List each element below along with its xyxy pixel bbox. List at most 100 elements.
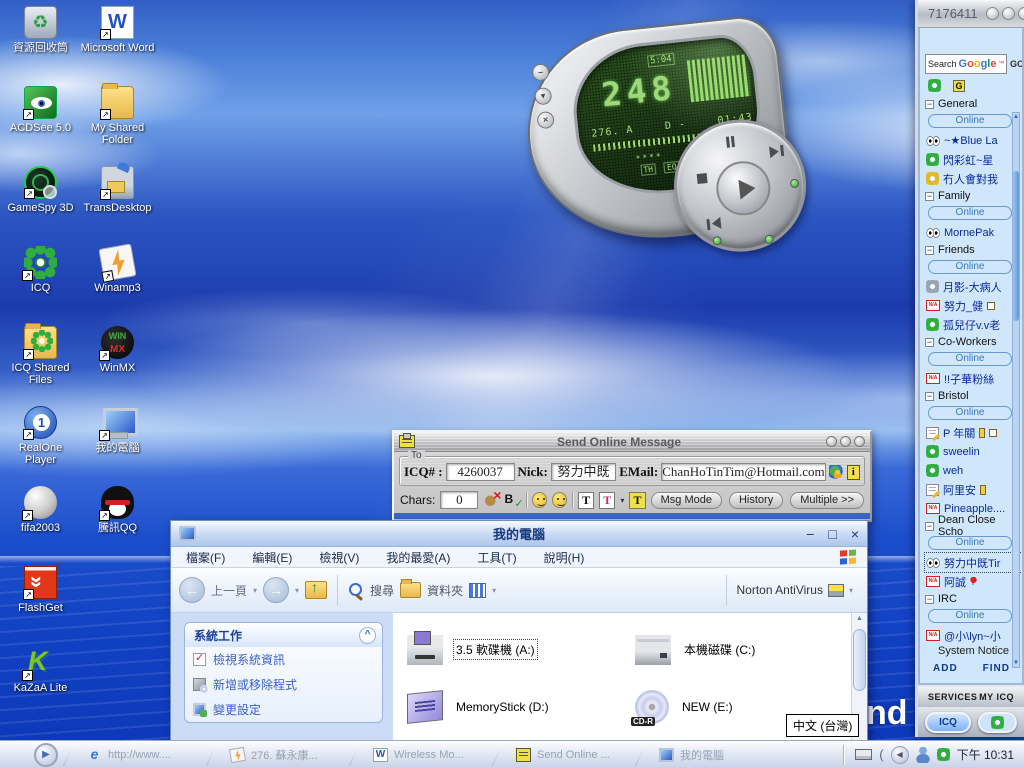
desktop-icon-realone[interactable]: ↗RealOne Player <box>3 406 79 486</box>
user-info-icon[interactable]: i <box>847 465 860 480</box>
desktop-icon-my-computer[interactable]: ↗我的電腦 <box>80 406 156 486</box>
add-button[interactable]: ADD <box>933 663 958 674</box>
menu-item[interactable]: 檔案(F) <box>186 549 225 566</box>
contact-row[interactable]: MornePak <box>925 223 1022 242</box>
views-dropdown-icon[interactable]: ▾ <box>492 586 496 595</box>
explorer-scrollbar[interactable]: ▲ ▼ <box>851 613 867 760</box>
task-pane-item[interactable]: 檢視系統資訊 <box>185 647 382 672</box>
contact-row[interactable]: weh <box>925 461 1022 480</box>
play-button[interactable] <box>714 159 773 218</box>
desktop-icon-icq-flower[interactable]: ↗ICQ <box>3 246 79 326</box>
icq-scroll-up-icon[interactable]: ▲ <box>1013 114 1019 120</box>
contact-row[interactable]: P 年關 <box>925 423 1022 442</box>
messenger-tray-icon[interactable] <box>916 747 930 763</box>
icq-tray-icon[interactable] <box>937 748 950 761</box>
send-minimize-button[interactable] <box>826 436 837 447</box>
norton-antivirus-icon[interactable] <box>828 584 844 597</box>
collapse-minus-icon[interactable]: − <box>925 338 934 347</box>
norton-dropdown-icon[interactable]: ▾ <box>849 586 853 595</box>
desktop-icon-icq-shared[interactable]: ↗ICQ Shared Files <box>3 326 79 406</box>
online-divider[interactable]: Online <box>928 406 1012 420</box>
icq-titlebar[interactable]: 7176411 <box>918 0 1024 28</box>
google-search-box[interactable]: Search Google ™ <box>925 54 1007 74</box>
font-color-button[interactable]: T <box>599 492 615 509</box>
contact-group-header[interactable]: −Dean Close Scho <box>925 518 1022 534</box>
menu-item[interactable]: 檢視(V) <box>319 549 359 566</box>
menu-item[interactable]: 工具(T) <box>477 549 516 566</box>
nick-field[interactable]: 努力中既 <box>551 463 616 481</box>
online-divider[interactable]: Online <box>928 260 1012 274</box>
online-divider[interactable]: Online <box>928 536 1012 550</box>
send-close-button[interactable] <box>854 436 865 447</box>
desktop-icon-shared-folder[interactable]: ↗My Shared Folder <box>80 86 156 166</box>
icq-scrollbar-thumb[interactable] <box>1013 171 1019 321</box>
desktop-icon-word[interactable]: ↗Microsoft Word <box>80 6 156 86</box>
find-button[interactable]: FIND <box>983 663 1010 674</box>
taskbar-task-ie[interactable]: ehttp://www.... <box>79 748 201 762</box>
emoticon-menu-button[interactable] <box>552 492 567 508</box>
multiple-button[interactable]: Multiple >> <box>790 492 864 509</box>
system-notice-item[interactable]: System Notice <box>925 645 1022 663</box>
online-divider[interactable]: Online <box>928 352 1012 366</box>
previous-button[interactable] <box>706 217 721 230</box>
pause-button[interactable] <box>726 136 735 148</box>
next-button[interactable] <box>769 145 784 158</box>
taskbar-task-winamp[interactable]: 276. 蘇永康... <box>222 747 344 763</box>
user-details-icon[interactable] <box>829 465 844 480</box>
taskbar-task-word[interactable]: WWireless Mo... <box>365 748 487 762</box>
up-button[interactable] <box>305 581 327 599</box>
google-go-button[interactable]: GO <box>1010 59 1024 69</box>
taskbar-task-computer[interactable]: 我的電腦 <box>651 747 773 763</box>
collapse-minus-icon[interactable]: − <box>925 595 934 604</box>
email-field[interactable]: ChanHoTinTim@Hotmail.com <box>661 463 825 481</box>
explorer-titlebar[interactable]: 我的電腦 − □ × <box>171 521 867 547</box>
volume-led-button[interactable] <box>790 178 800 188</box>
explorer-minimize-button[interactable]: − <box>806 524 814 544</box>
explorer-close-button[interactable]: × <box>851 524 859 544</box>
thinger-toggle[interactable]: TH <box>640 164 657 177</box>
send-window-titlebar[interactable]: Send Online Message <box>394 432 870 452</box>
icq-close-button[interactable] <box>1018 7 1024 20</box>
contact-row[interactable]: 阿里安 <box>925 480 1022 499</box>
font-color-dropdown-icon[interactable]: ▾ <box>620 496 624 505</box>
collapse-minus-icon[interactable]: − <box>925 100 934 109</box>
collapse-minus-icon[interactable]: − <box>925 246 934 255</box>
contact-group-header[interactable]: −IRC <box>925 591 1022 607</box>
back-dropdown-icon[interactable]: ▾ <box>253 586 257 595</box>
desktop-icon-winmx[interactable]: ↗WinMX <box>80 326 156 406</box>
folders-icon[interactable] <box>400 582 421 598</box>
player-shade-button[interactable]: ▾ <box>534 87 553 106</box>
language-bar-badge[interactable]: 中文 (台灣) <box>786 714 859 737</box>
repeat-led-button[interactable] <box>764 234 774 244</box>
winamp3-player[interactable]: – ▾ × 5:04 248 276. A D - 01:43 **** TH … <box>528 26 786 238</box>
emoticon-button[interactable] <box>532 492 547 508</box>
msg-mode-button[interactable]: Msg Mode <box>651 492 722 509</box>
task-pane-item[interactable]: 變更設定 <box>185 697 382 722</box>
folders-button-label[interactable]: 資料夾 <box>427 582 463 599</box>
contact-row[interactable]: sweelin <box>925 442 1022 461</box>
icq-scroll-down-icon[interactable]: ▼ <box>1013 660 1019 666</box>
font-button[interactable]: T <box>578 492 594 509</box>
desktop-icon-acdsee[interactable]: ↗ACDSee 5.0 <box>3 86 79 166</box>
icq-number-field[interactable]: 4260037 <box>446 463 515 481</box>
contact-row[interactable]: 月影-大病人 <box>925 277 1022 296</box>
contact-row[interactable]: 冇人會對我 <box>925 169 1022 188</box>
collapse-chevron-icon[interactable]: ^ <box>359 627 376 644</box>
online-divider[interactable]: Online <box>928 206 1012 220</box>
icq-maximize-button[interactable] <box>1002 7 1015 20</box>
contact-group-header[interactable]: −Friends <box>925 242 1022 258</box>
keyboard-layout-icon[interactable] <box>855 749 872 760</box>
system-tasks-header[interactable]: 系統工作 ^ <box>185 623 382 647</box>
background-color-button[interactable]: T <box>629 492 645 509</box>
contact-row[interactable]: ~★Blue La <box>925 131 1022 150</box>
contact-row[interactable]: 閃彩虹~星 <box>925 150 1022 169</box>
explorer-maximize-button[interactable]: □ <box>828 524 836 544</box>
task-pane-item[interactable]: 新增或移除程式 <box>185 672 382 697</box>
services-button[interactable]: SERVICES <box>928 692 977 702</box>
contact-group-header[interactable]: −General <box>925 96 1022 112</box>
icq-flower-status-icon[interactable] <box>928 79 941 92</box>
scrollbar-thumb[interactable] <box>853 629 866 691</box>
history-button[interactable]: History <box>729 492 783 509</box>
my-icq-button[interactable]: MY ICQ <box>979 692 1014 702</box>
drive-item-hdd[interactable]: 本機磁碟 (C:) <box>635 635 850 665</box>
